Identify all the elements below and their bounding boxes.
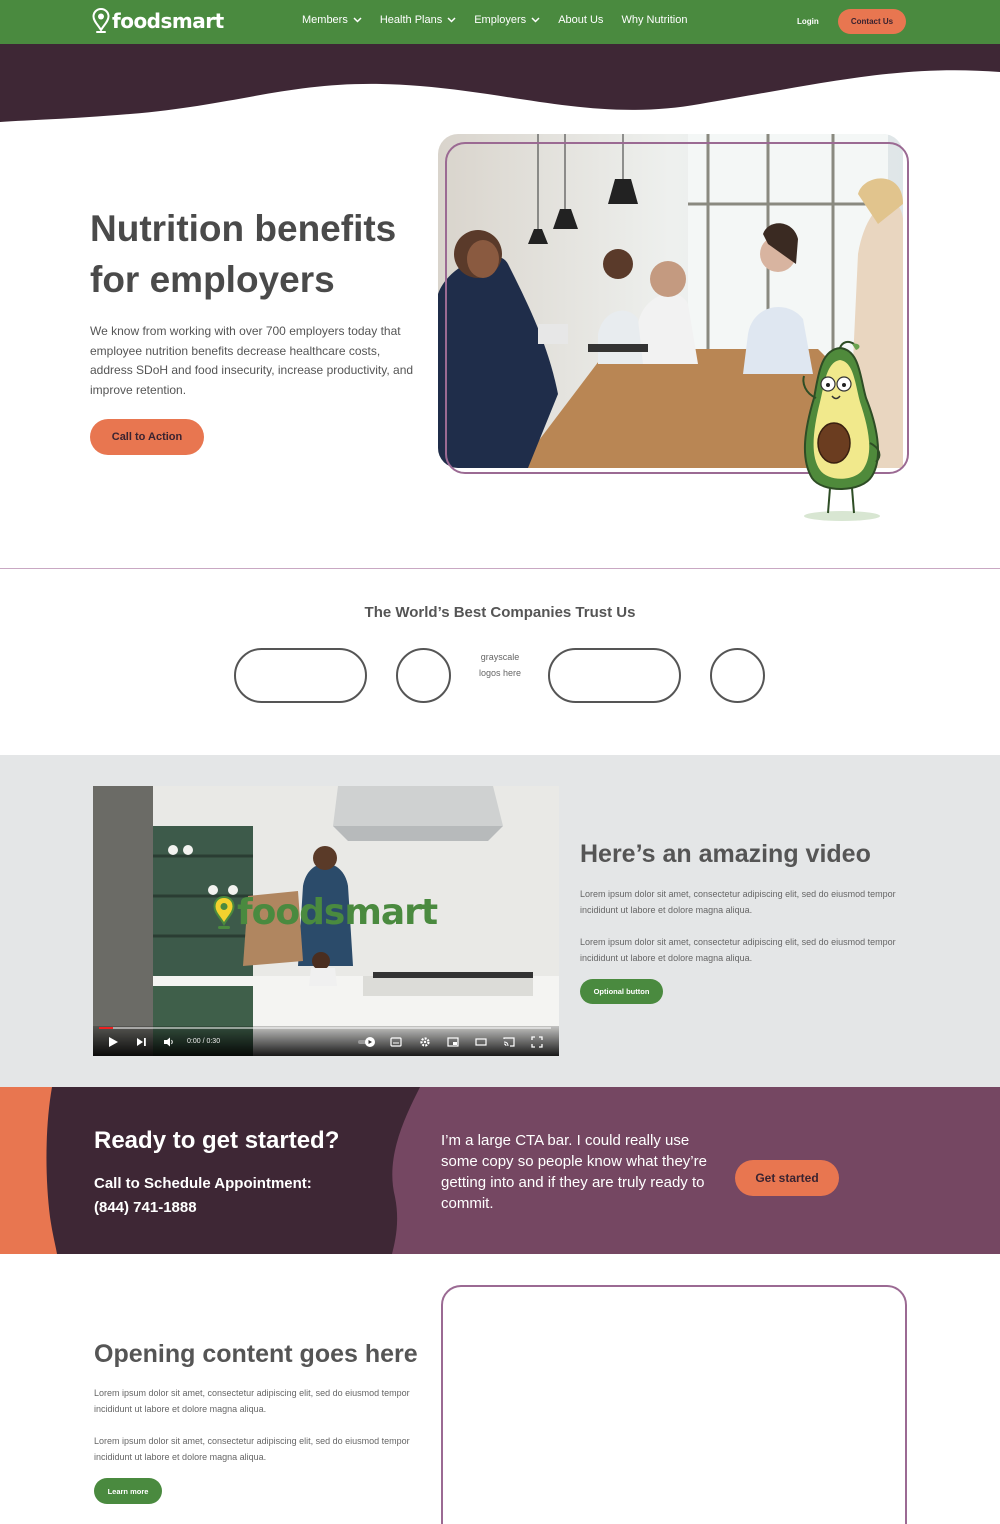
trust-section-title: The World’s Best Companies Trust Us: [364, 604, 636, 621]
video-player[interactable]: foodsmart 0:00 / 0:30: [93, 786, 559, 1056]
video-progress-fill: [99, 1027, 113, 1029]
video-logo-wordmark: foodsmart: [237, 892, 438, 933]
cta-copy: I’m a large CTA bar. I could really use …: [441, 1132, 707, 1212]
chevron-down-icon: [447, 17, 456, 23]
nav-item-employers[interactable]: Employers: [474, 14, 540, 26]
video-section-title: Here’s an amazing video: [580, 840, 871, 868]
get-started-button[interactable]: Get started: [735, 1160, 839, 1196]
video-progress-track[interactable]: [99, 1027, 551, 1029]
opening-paragraph-2: Lorem ipsum dolor sit amet, consectetur …: [94, 1436, 410, 1462]
opening-media-placeholder: [441, 1285, 907, 1524]
call-to-action-button[interactable]: Call to Action: [90, 419, 204, 455]
location-pin-icon: [92, 8, 110, 33]
next-icon[interactable]: [135, 1036, 147, 1048]
volume-icon[interactable]: [163, 1036, 175, 1048]
hero-body: We know from working with over 700 emplo…: [90, 324, 414, 397]
nav-item-label: Why Nutrition: [621, 14, 688, 26]
video-paragraph-2: Lorem ipsum dolor sit amet, consectetur …: [580, 937, 896, 963]
cta-schedule-label: Call to Schedule Appointment:: [94, 1175, 312, 1192]
chevron-down-icon: [353, 17, 362, 23]
nav-item-label: About Us: [558, 14, 604, 26]
autoplay-toggle-icon[interactable]: [357, 1036, 377, 1048]
settings-gear-icon[interactable]: [419, 1036, 431, 1048]
company-logo-placeholder: [548, 648, 681, 703]
nav-item-label: Employers: [474, 14, 527, 26]
chevron-down-icon: [531, 17, 540, 23]
avocado-mascot-illustration: [802, 340, 881, 521]
nav-item-health-plans[interactable]: Health Plans: [380, 14, 456, 26]
top-nav: foodsmart Members Health Plans Employers…: [0, 0, 1000, 44]
foodsmart-logo[interactable]: foodsmart: [92, 8, 224, 34]
company-logo-placeholder: [234, 648, 367, 703]
opening-paragraph-1: Lorem ipsum dolor sit amet, consectetur …: [94, 1388, 410, 1414]
opening-title: Opening content goes here: [94, 1340, 418, 1368]
captions-icon[interactable]: [390, 1036, 402, 1048]
cast-icon[interactable]: [503, 1036, 515, 1048]
nav-links: Members Health Plans Employers About Us …: [302, 14, 705, 26]
location-pin-icon: [213, 895, 235, 929]
login-link[interactable]: Login: [797, 17, 819, 26]
nav-item-about-us[interactable]: About Us: [558, 14, 603, 26]
nav-item-label: Health Plans: [379, 14, 443, 26]
optional-button[interactable]: Optional button: [580, 979, 663, 1004]
hero-title: Nutrition benefits for employers: [90, 208, 397, 300]
section-divider: [0, 568, 1000, 569]
logo-wordmark: foodsmart: [112, 9, 224, 33]
logo-placeholder-note: grayscale logos here: [478, 652, 522, 678]
play-icon[interactable]: [107, 1036, 119, 1048]
contact-us-button[interactable]: Contact Us: [838, 9, 906, 34]
video-time: 0:00 / 0:30: [187, 1038, 221, 1045]
company-logo-placeholder: [710, 648, 765, 703]
miniplayer-icon[interactable]: [447, 1036, 459, 1048]
video-foodsmart-logo: foodsmart: [213, 892, 438, 933]
video-paragraph-1: Lorem ipsum dolor sit amet, consectetur …: [580, 889, 896, 915]
cta-title: Ready to get started?: [94, 1127, 340, 1154]
nav-item-members[interactable]: Members: [302, 14, 362, 26]
company-logo-placeholder: [396, 648, 451, 703]
nav-item-why-nutrition[interactable]: Why Nutrition: [621, 14, 687, 26]
cta-schedule-info: Call to Schedule Appointment: (844) 741-…: [94, 1172, 312, 1220]
nav-item-label: Members: [302, 14, 348, 26]
cta-phone-number[interactable]: (844) 741-1888: [94, 1196, 312, 1220]
hero-wave-band: [0, 44, 1000, 122]
theater-mode-icon[interactable]: [475, 1036, 487, 1048]
fullscreen-icon[interactable]: [531, 1036, 543, 1048]
learn-more-button[interactable]: Learn more: [94, 1478, 162, 1504]
